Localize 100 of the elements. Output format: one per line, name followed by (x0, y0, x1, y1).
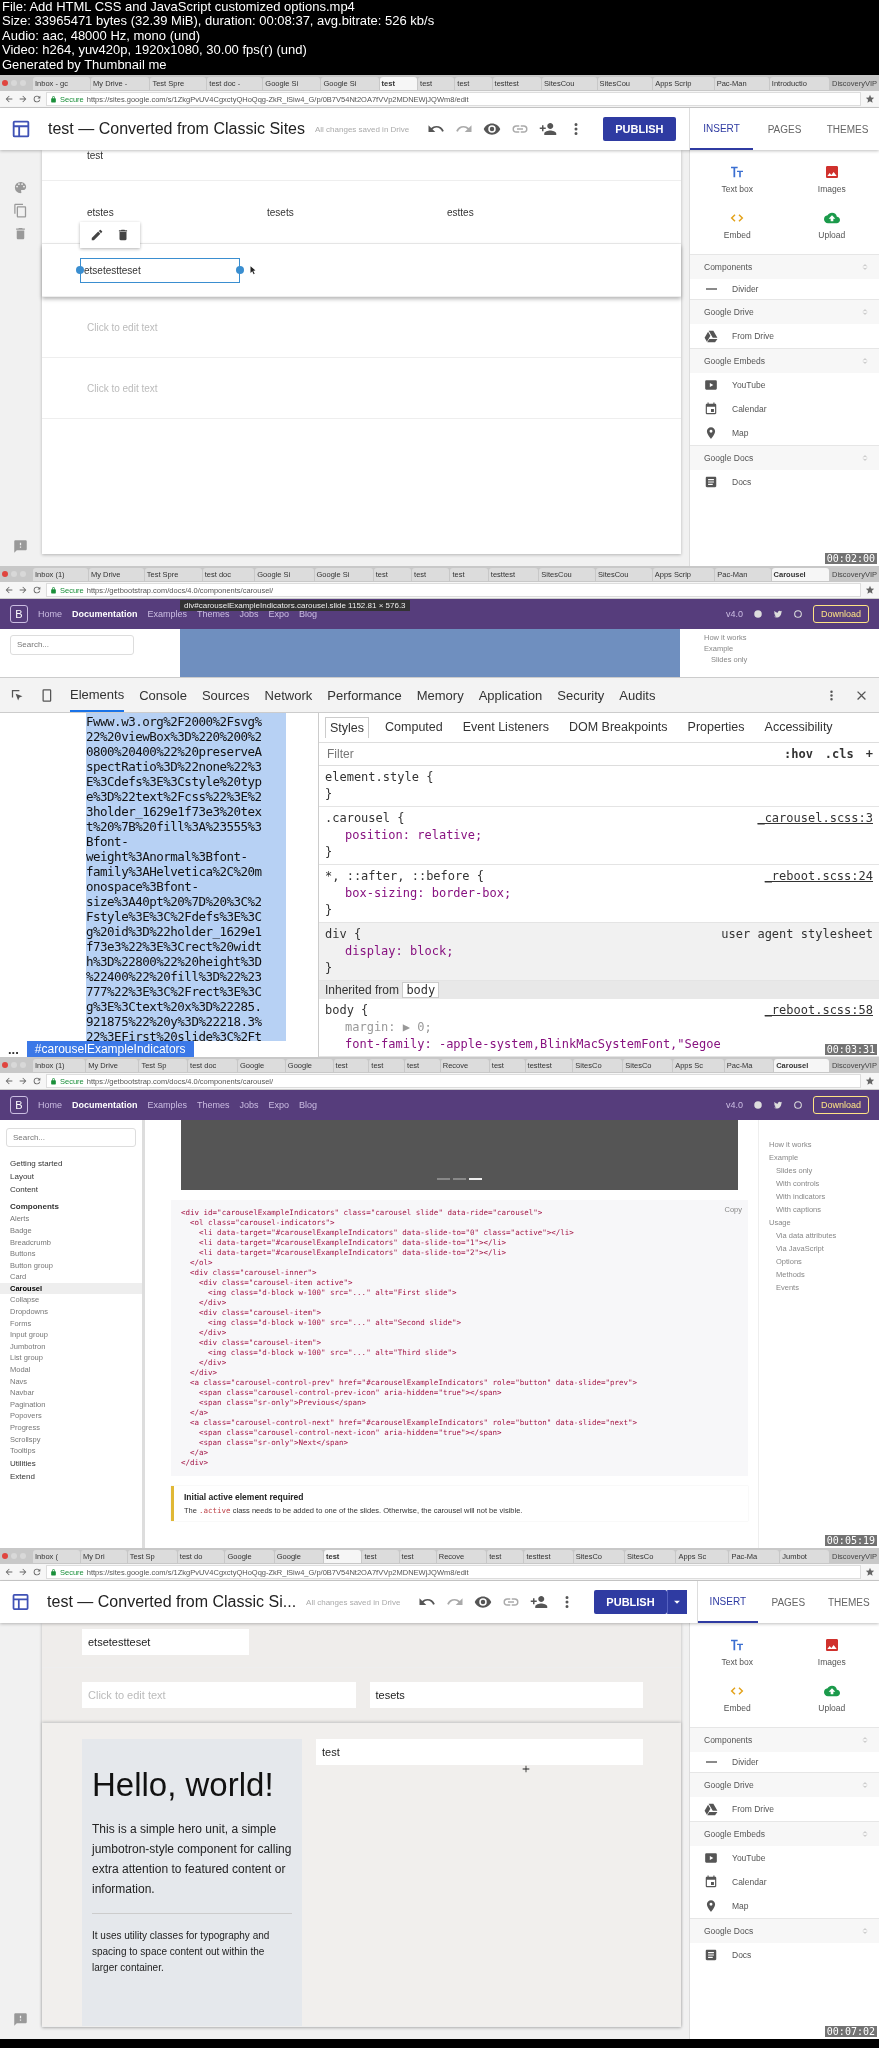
new-rule-button[interactable]: + (865, 747, 873, 762)
search-field[interactable]: Search... (6, 1128, 136, 1148)
insert-item[interactable]: Docs (690, 1943, 879, 1968)
insert-tile[interactable]: Images (784, 1629, 879, 1676)
insert-item[interactable]: Map (690, 421, 879, 446)
carousel-indicator[interactable] (469, 1178, 482, 1181)
nav-link[interactable]: Expo (268, 1100, 290, 1111)
inherited-element-tag[interactable]: body (402, 982, 440, 999)
reload-icon[interactable] (32, 1076, 42, 1087)
css-declaration[interactable]: display: block; (325, 943, 454, 961)
devtools-tab[interactable]: Memory (416, 679, 464, 711)
breadcrumb-item[interactable]: #carouselExampleIndicators (26, 1041, 194, 1058)
reload-icon[interactable] (32, 94, 42, 105)
styles-subtab[interactable]: Computed (381, 717, 447, 739)
insert-tile[interactable]: Text box (690, 1629, 785, 1676)
insert-item[interactable]: Divider (690, 279, 879, 300)
panel-section-header[interactable]: Google Embeds (690, 1821, 879, 1847)
resize-handle[interactable] (76, 265, 84, 274)
insert-item[interactable]: YouTube (690, 373, 879, 398)
reload-icon[interactable] (32, 1567, 42, 1578)
panel-tab[interactable]: THEMES (818, 1581, 879, 1624)
search-field[interactable]: Search... (10, 635, 134, 656)
nav-link[interactable]: Blog (299, 1100, 318, 1111)
insert-item[interactable]: From Drive (690, 324, 879, 349)
panel-section-header[interactable]: Google Drive (690, 1772, 879, 1798)
nav-link[interactable]: Expo (268, 609, 290, 620)
panel-section-header[interactable]: Google Drive (690, 299, 879, 325)
text-block[interactable]: etstes (87, 206, 267, 218)
sidebar-group-link[interactable]: Content (0, 1183, 142, 1197)
nav-link[interactable]: Documentation (72, 609, 138, 620)
insert-tile[interactable]: Embed (690, 202, 785, 249)
publish-menu-button[interactable] (666, 1590, 687, 1615)
nav-link[interactable]: Documentation (72, 1100, 138, 1111)
sidebar-group-link[interactable]: Utilities (0, 1456, 142, 1470)
text-block[interactable]: tesets (267, 206, 447, 218)
download-button[interactable]: Download (812, 605, 869, 624)
twitter-icon[interactable] (772, 609, 783, 620)
css-declaration[interactable]: position: relative; (325, 827, 483, 845)
nav-link[interactable]: Home (38, 609, 62, 620)
devtools-tab[interactable]: Console (139, 679, 187, 711)
sidebar-group-link[interactable]: Layout (0, 1170, 142, 1184)
star-icon[interactable] (865, 94, 875, 105)
insert-item[interactable]: Divider (690, 1752, 879, 1773)
filter-field[interactable]: Filter (325, 746, 772, 763)
nav-link[interactable]: Themes (197, 1100, 230, 1111)
twitter-icon[interactable] (772, 1100, 783, 1111)
class-toggle[interactable]: .cls (824, 747, 854, 762)
insert-item[interactable]: Map (690, 1894, 879, 1919)
nav-link[interactable]: Themes (197, 609, 230, 620)
download-button[interactable]: Download (812, 1096, 869, 1115)
devtools-tab[interactable]: Performance (327, 679, 402, 711)
nav-link[interactable]: Examples (147, 609, 188, 620)
nav-link[interactable]: Home (38, 1100, 62, 1111)
nav-link[interactable]: Blog (299, 609, 318, 620)
panel-section-header[interactable]: Google Docs (690, 445, 879, 471)
insert-tile[interactable]: Text box (690, 156, 785, 203)
insert-item[interactable]: Docs (690, 470, 879, 495)
site-title[interactable]: test — Converted from Classic Sites (48, 120, 305, 139)
devtools-tab[interactable]: Network (264, 679, 313, 711)
window-controls-icon[interactable] (2, 1553, 26, 1560)
inspect-element-icon[interactable] (10, 687, 25, 703)
insert-item[interactable]: Calendar (690, 397, 879, 422)
insert-item[interactable]: From Drive (690, 1797, 879, 1822)
text-block[interactable]: test (87, 150, 104, 162)
version-dropdown[interactable]: v4.0 (725, 1100, 743, 1111)
panel-section-header[interactable]: Components (690, 254, 879, 280)
panel-tab[interactable]: THEMES (816, 108, 879, 151)
panel-section-header[interactable]: Google Embeds (690, 348, 879, 374)
hover-state-toggle[interactable]: :hov (783, 747, 813, 762)
style-source-link[interactable]: _reboot.scss:58 (764, 1002, 873, 1020)
style-source-link[interactable]: _carousel.scss:3 (757, 810, 873, 828)
panel-tab[interactable]: PAGES (753, 108, 816, 151)
styles-subtab[interactable]: Event Listeners (458, 717, 553, 739)
styles-subtab[interactable]: Styles (325, 717, 370, 739)
publish-button[interactable]: PUBLISH (594, 1590, 667, 1615)
text-box[interactable]: tesets (369, 1682, 643, 1709)
css-declaration[interactable]: box-sizing: border-box; (325, 885, 512, 903)
sidebar-group-link[interactable]: Extend (0, 1469, 142, 1483)
insert-tile[interactable]: Upload (784, 1675, 879, 1722)
star-icon[interactable] (865, 1076, 875, 1087)
insert-tile[interactable]: Embed (690, 1675, 785, 1722)
version-dropdown[interactable]: v4.0 (725, 609, 743, 620)
star-icon[interactable] (865, 1567, 875, 1578)
nav-link[interactable]: Jobs (239, 609, 259, 620)
insert-tile[interactable]: Upload (784, 202, 879, 249)
devtools-tab[interactable]: Sources (201, 679, 250, 711)
feedback-icon[interactable] (12, 539, 28, 555)
sidebar-heading[interactable]: Components (0, 1196, 142, 1214)
text-box[interactable]: etsetestteset (82, 1629, 249, 1656)
insert-item[interactable]: Calendar (690, 1870, 879, 1895)
text-box[interactable]: test (316, 1739, 643, 1766)
panel-section-header[interactable]: Google Docs (690, 1918, 879, 1944)
window-controls-icon[interactable] (2, 571, 26, 578)
css-declaration[interactable]: font-family: -apple-system,BlinkMacSystemFont,"Segoe (325, 1036, 721, 1054)
reload-icon[interactable] (32, 585, 42, 596)
insert-tile[interactable]: Images (784, 156, 879, 203)
copy-icon[interactable] (12, 203, 28, 219)
devtools-tab[interactable]: Security (557, 679, 605, 711)
feedback-icon[interactable] (12, 2012, 28, 2028)
nav-link[interactable]: Jobs (239, 1100, 259, 1111)
